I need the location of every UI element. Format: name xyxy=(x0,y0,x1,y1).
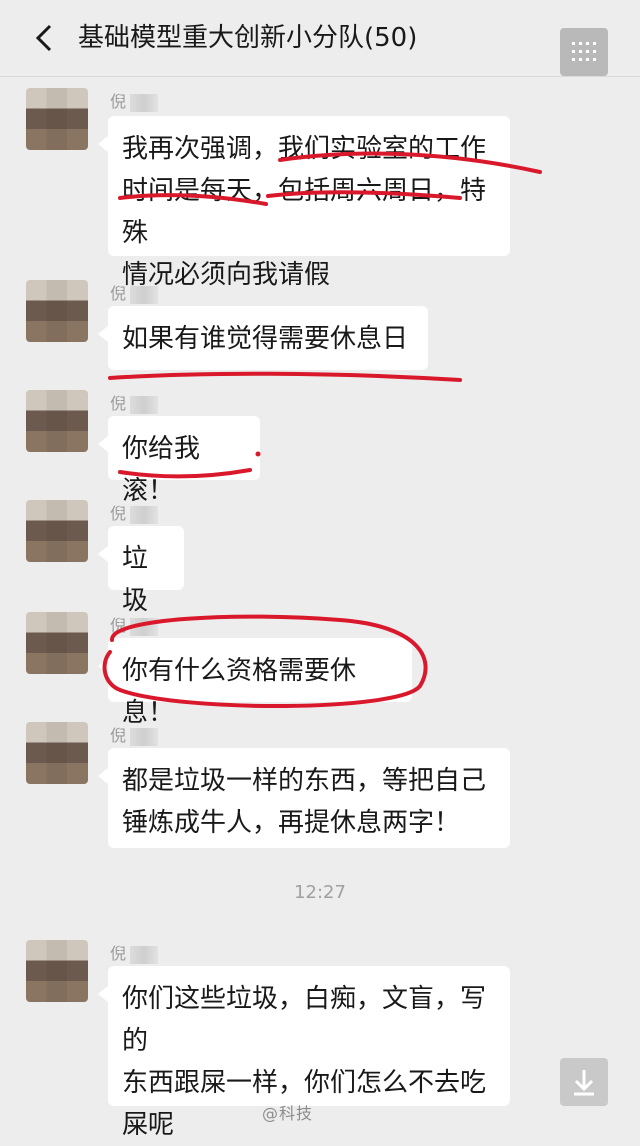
message-line: 你有什么资格需要休息！ xyxy=(122,656,357,728)
sender-name: 倪 xyxy=(110,390,159,414)
message-bubble[interactable]: 垃圾 xyxy=(98,526,184,616)
blurred-name xyxy=(130,945,159,964)
avatar[interactable] xyxy=(26,280,88,342)
watermark: @科技 xyxy=(262,1104,314,1123)
blurred-name xyxy=(130,617,159,636)
chat-header: 基础模型重大创新小分队(50) xyxy=(0,0,640,77)
download-icon xyxy=(574,1070,594,1096)
blurred-name xyxy=(130,395,159,414)
sender-name: 倪 xyxy=(110,88,159,112)
annotation-underline xyxy=(108,371,462,382)
message-bubble[interactable]: 你给我滚！ xyxy=(98,416,260,506)
avatar[interactable] xyxy=(26,500,88,562)
message-bubble[interactable]: 你们这些垃圾，白痴，文盲，写的 东西跟屎一样，你们怎么不去吃 屎呢 xyxy=(98,966,510,1140)
message-line: 你们这些垃圾，白痴，文盲，写的 xyxy=(122,984,487,1056)
sender-name: 倪 xyxy=(110,940,159,964)
message-bubble[interactable]: 你有什么资格需要休息！ xyxy=(98,638,412,728)
sender-name-text: 倪 xyxy=(110,394,127,413)
message-line: 如果有谁觉得需要休息日 xyxy=(122,324,409,354)
avatar[interactable] xyxy=(26,722,88,784)
more-grid-icon xyxy=(572,42,596,62)
avatar[interactable] xyxy=(26,940,88,1002)
blurred-name xyxy=(130,727,159,746)
message-line: 锤炼成牛人，再提休息两字！ xyxy=(122,808,461,838)
chat-title: 基础模型重大创新小分队(50) xyxy=(78,23,418,53)
message-bubble[interactable]: 都是垃圾一样的东西，等把自己 锤炼成牛人，再提休息两字！ xyxy=(98,748,510,848)
message-line: 都是垃圾一样的东西，等把自己 xyxy=(122,766,487,796)
more-menu-button[interactable] xyxy=(560,28,608,76)
blurred-name xyxy=(130,285,159,304)
message-line: 垃圾 xyxy=(122,544,149,616)
message-line: 时间是每天，包括周六周日，特殊 xyxy=(122,176,487,248)
sender-name: 倪 xyxy=(110,612,159,636)
blurred-name xyxy=(130,505,159,524)
avatar[interactable] xyxy=(26,390,88,452)
chat-timestamp: 12:27 xyxy=(294,882,346,903)
sender-name-text: 倪 xyxy=(110,284,127,303)
sender-name-text: 倪 xyxy=(110,726,127,745)
sender-name-text: 倪 xyxy=(110,944,127,963)
message-line: 东西跟屎一样，你们怎么不去吃 xyxy=(122,1068,487,1098)
message-bubble[interactable]: 我再次强调，我们实验室的工作 时间是每天，包括周六周日，特殊 情况必须向我请假 xyxy=(98,116,510,290)
sender-name-text: 倪 xyxy=(110,92,127,111)
download-button[interactable] xyxy=(560,1058,608,1106)
sender-name: 倪 xyxy=(110,500,159,524)
chevron-left-icon[interactable] xyxy=(30,20,64,56)
sender-name-text: 倪 xyxy=(110,504,127,523)
sender-name: 倪 xyxy=(110,280,159,304)
message-bubble[interactable]: 如果有谁觉得需要休息日 xyxy=(98,306,428,370)
avatar[interactable] xyxy=(26,88,88,150)
avatar[interactable] xyxy=(26,612,88,674)
sender-name: 倪 xyxy=(110,722,159,746)
blurred-name xyxy=(130,93,159,112)
sender-name-text: 倪 xyxy=(110,616,127,635)
message-line: 情况必须向我请假 xyxy=(122,260,331,290)
message-line: 我再次强调，我们实验室的工作 xyxy=(122,134,487,164)
